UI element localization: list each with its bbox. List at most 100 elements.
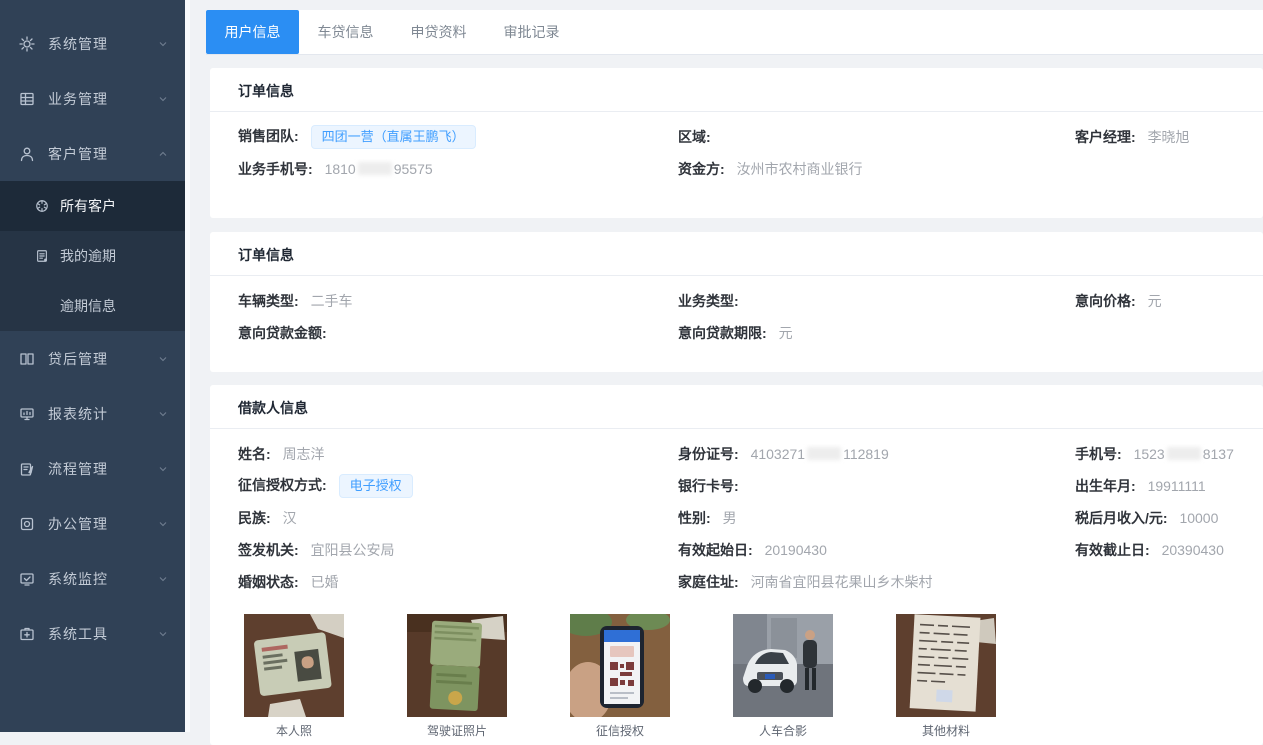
field-valid-from: 有效起始日: 20190430 xyxy=(678,540,1075,560)
gear-icon xyxy=(18,35,36,53)
sidebar-item-label: 报表统计 xyxy=(48,404,157,424)
field-id-number: 身份证号: 4103271112819 xyxy=(678,444,1075,464)
photo-id-card[interactable]: 本人照 xyxy=(244,614,344,739)
main-content: 用户信息 车贷信息 申贷资料 审批记录 订单信息 销售团队: 四团一营（直属王鹏… xyxy=(185,0,1263,732)
tab-user-info[interactable]: 用户信息 xyxy=(206,10,299,54)
section-title: 订单信息 xyxy=(210,68,1263,112)
chevron-up-icon xyxy=(157,148,169,160)
borrower-info-card: 借款人信息 姓名: 周志洋 身份证号: 4103271112819 手机号: 1… xyxy=(210,385,1263,745)
photo-caption: 驾驶证照片 xyxy=(407,722,507,739)
monitor-check-icon xyxy=(18,570,36,588)
field-name: 姓名: 周志洋 xyxy=(238,444,678,464)
report-monitor-icon xyxy=(18,405,36,423)
field-valid-to: 有效截止日: 20390430 xyxy=(1075,540,1263,560)
field-mobile-phone: 手机号: 15238137 xyxy=(1075,444,1263,464)
section-title: 订单信息 xyxy=(210,232,1263,276)
detail-tabbar: 用户信息 车贷信息 申贷资料 审批记录 xyxy=(206,10,1263,55)
sidebar-item-label: 系统监控 xyxy=(48,569,157,589)
sidebar-subitem-overdue-info[interactable]: 逾期信息 xyxy=(0,281,185,331)
field-intent-loan-amount: 意向贷款金额: xyxy=(238,323,678,343)
field-bank-card: 银行卡号: xyxy=(678,476,1075,496)
field-marital-status: 婚姻状态: 已婚 xyxy=(238,572,678,592)
grid-icon xyxy=(18,90,36,108)
sidebar-item-system-monitor[interactable]: 系统监控 xyxy=(0,551,185,606)
field-sales-team: 销售团队: 四团一营（直属王鹏飞） xyxy=(238,125,678,149)
photo-caption: 人车合影 xyxy=(733,722,833,739)
photo-caption: 征信授权 xyxy=(570,722,670,739)
sidebar-item-report-stats[interactable]: 报表统计 xyxy=(0,386,185,441)
customer-mgmt-submenu: 所有客户 我的逾期 逾期信息 xyxy=(0,181,185,331)
chevron-down-icon xyxy=(157,408,169,420)
photo-person-with-car[interactable]: 人车合影 xyxy=(733,614,833,739)
field-region: 区域: xyxy=(678,127,1075,147)
credit-auth-tag: 电子授权 xyxy=(339,474,413,498)
sales-team-tag: 四团一营（直属王鹏飞） xyxy=(311,125,476,149)
sidebar-item-system-tools[interactable]: 系统工具 xyxy=(0,606,185,661)
field-gender: 性别: 男 xyxy=(678,508,1075,528)
chevron-down-icon xyxy=(157,38,169,50)
photo-credit-auth-qr[interactable]: 征信授权 xyxy=(570,614,670,739)
toolbox-icon xyxy=(18,625,36,643)
sidebar-subitem-my-overdue[interactable]: 我的逾期 xyxy=(0,231,185,281)
user-icon xyxy=(18,145,36,163)
sidebar-item-business-mgmt[interactable]: 业务管理 xyxy=(0,71,185,126)
book-icon xyxy=(18,350,36,368)
customers-icon xyxy=(34,198,50,214)
field-intent-price: 意向价格: 元 xyxy=(1075,291,1263,311)
field-funder: 资金方: 汝州市农村商业银行 xyxy=(678,159,1075,179)
redaction-blur xyxy=(807,447,841,460)
field-ethnicity: 民族: 汉 xyxy=(238,508,678,528)
field-home-address: 家庭住址: 河南省宜阳县花果山乡木柴村 xyxy=(678,572,1075,592)
section-title: 借款人信息 xyxy=(210,385,1263,429)
field-account-manager: 客户经理: 李晓旭 xyxy=(1075,127,1263,147)
field-vehicle-type: 车辆类型: 二手车 xyxy=(238,291,678,311)
sidebar-item-customer-mgmt[interactable]: 客户管理 xyxy=(0,126,185,181)
redaction-blur xyxy=(358,162,392,175)
car-photo-image xyxy=(733,614,833,717)
redaction-blur xyxy=(1167,447,1201,460)
sidebar-item-loan-post-mgmt[interactable]: 贷后管理 xyxy=(0,331,185,386)
sidebar-item-label: 业务管理 xyxy=(48,89,157,109)
green-booklet-photo-image xyxy=(407,614,507,717)
chevron-down-icon xyxy=(157,628,169,640)
phone-qr-photo-image xyxy=(570,614,670,717)
order-info-card-1: 订单信息 销售团队: 四团一营（直属王鹏飞） 区域: 客户经理: 李晓旭 业务手 xyxy=(210,68,1263,218)
borrower-photo-gallery: 本人照 xyxy=(210,614,1263,739)
workflow-icon xyxy=(18,460,36,478)
photo-caption: 本人照 xyxy=(244,722,344,739)
chevron-down-icon xyxy=(157,93,169,105)
sidebar-item-label: 贷后管理 xyxy=(48,349,157,369)
field-credit-auth-method: 征信授权方式: 电子授权 xyxy=(238,474,678,498)
field-issuing-authority: 签发机关: 宜阳县公安局 xyxy=(238,540,678,560)
sidebar-item-label: 办公管理 xyxy=(48,514,157,534)
field-birth-date: 出生年月: 19911111 xyxy=(1075,476,1263,496)
chevron-down-icon xyxy=(157,353,169,365)
sidebar-item-label: 系统工具 xyxy=(48,624,157,644)
sidebar-subitem-label: 我的逾期 xyxy=(60,246,116,266)
field-business-type: 业务类型: xyxy=(678,291,1075,311)
sidebar-item-label: 系统管理 xyxy=(48,34,157,54)
order-info-card-2: 订单信息 车辆类型: 二手车 业务类型: 意向价格: 元 意向贷款金额: xyxy=(210,232,1263,372)
sidebar-item-process-mgmt[interactable]: 流程管理 xyxy=(0,441,185,496)
photo-handwritten-document[interactable]: 其他材料 xyxy=(896,614,996,739)
id-card-photo-image xyxy=(244,614,344,717)
sidebar-item-label: 流程管理 xyxy=(48,459,157,479)
chevron-down-icon xyxy=(157,518,169,530)
chevron-down-icon xyxy=(157,573,169,585)
photo-driver-license[interactable]: 驾驶证照片 xyxy=(407,614,507,739)
sidebar-subitem-label: 所有客户 xyxy=(60,196,116,216)
sidebar-item-system-mgmt[interactable]: 系统管理 xyxy=(0,16,185,71)
sidebar: 系统管理 业务管理 客户管理 所有客户 我的逾期 逾期信息 xyxy=(0,0,185,732)
sidebar-item-label: 客户管理 xyxy=(48,144,157,164)
sidebar-subitem-all-customers[interactable]: 所有客户 xyxy=(0,181,185,231)
field-monthly-income: 税后月收入/元: 10000 xyxy=(1075,508,1263,528)
overdue-doc-icon xyxy=(34,248,50,264)
sidebar-item-office-mgmt[interactable]: 办公管理 xyxy=(0,496,185,551)
field-intent-loan-term: 意向贷款期限: 元 xyxy=(678,323,1075,343)
field-business-phone: 业务手机号: 181095575 xyxy=(238,159,678,179)
document-photo-image xyxy=(896,614,996,717)
tab-loan-application-docs[interactable]: 申贷资料 xyxy=(392,10,485,54)
tab-approval-records[interactable]: 审批记录 xyxy=(485,10,578,54)
office-icon xyxy=(18,515,36,533)
tab-car-loan-info[interactable]: 车贷信息 xyxy=(299,10,392,54)
